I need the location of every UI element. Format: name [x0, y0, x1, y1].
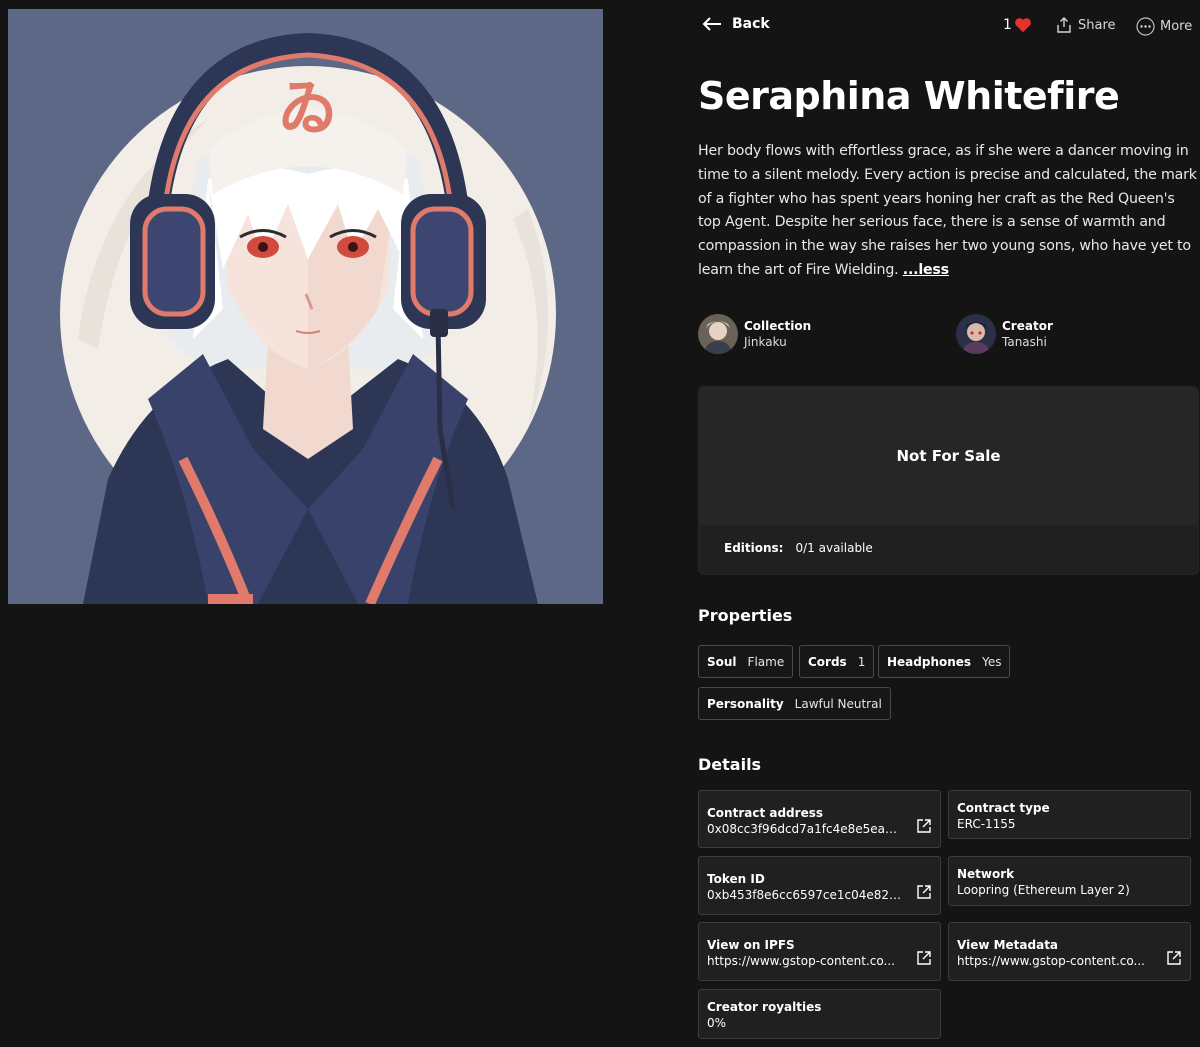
anime-character-illustration: ゐ — [8, 9, 603, 604]
collection-label: Collection — [744, 319, 812, 333]
detail-view-on-ipfs: View on IPFS https://www.gstop-content.c… — [698, 922, 941, 981]
detail-key: Contract type — [957, 801, 1050, 815]
editions-row: Editions: 0/1 available — [724, 541, 873, 555]
share-button[interactable]: Share — [1056, 17, 1116, 33]
property-value: 1 — [857, 654, 866, 669]
headband-glyph: ゐ — [278, 74, 338, 144]
sale-status: Not For Sale — [699, 387, 1198, 525]
more-dots-icon — [1136, 17, 1155, 36]
detail-key: View Metadata — [957, 938, 1059, 952]
share-icon — [1057, 17, 1071, 33]
collection-name: Jinkaku — [744, 335, 787, 349]
detail-key: Contract address — [707, 806, 823, 820]
external-link-icon[interactable] — [916, 884, 932, 900]
detail-value: 0% — [707, 1016, 727, 1030]
property-key: Personality — [707, 696, 784, 711]
sale-panel: Not For Sale Editions: 0/1 available — [698, 386, 1199, 575]
creator-avatar — [956, 314, 996, 354]
property-chip: Soul Flame — [698, 645, 794, 678]
editions-label: Editions: — [724, 541, 784, 555]
item-title: Seraphina Whitefire — [698, 74, 1120, 118]
properties-heading: Properties — [698, 606, 793, 625]
collection-avatar — [698, 314, 738, 354]
item-description: Her body flows with effortless grace, as… — [698, 140, 1198, 283]
property-chip: Headphones Yes — [878, 645, 1011, 678]
like-count: 1 — [1003, 17, 1012, 33]
property-chip: Personality Lawful Neutral — [698, 687, 891, 720]
detail-key: View on IPFS — [707, 938, 795, 952]
collection-link[interactable]: Collection Jinkaku — [698, 313, 811, 355]
creator-name: Tanashi — [1002, 335, 1047, 349]
editions-value: 0/1 available — [795, 541, 873, 555]
more-button[interactable]: More — [1136, 17, 1192, 36]
detail-key: Network — [957, 867, 1015, 881]
detail-value: https://www.gstop-content.co... — [707, 954, 895, 968]
details-heading: Details — [698, 755, 762, 774]
description-text: Her body flows with effortless grace, as… — [698, 143, 1197, 278]
detail-network: Network Loopring (Ethereum Layer 2) — [948, 856, 1191, 906]
detail-key: Token ID — [707, 872, 765, 886]
heart-icon — [1015, 18, 1031, 33]
creator-link[interactable]: Creator Tanashi — [956, 313, 1053, 355]
back-label: Back — [732, 16, 770, 32]
property-key: Soul — [707, 654, 737, 669]
detail-view-metadata: View Metadata https://www.gstop-content.… — [948, 922, 1191, 981]
property-value: Lawful Neutral — [794, 696, 882, 711]
more-label: More — [1160, 19, 1193, 34]
detail-value: 0xb453f8e6cc6597ce1c04e82d... — [707, 888, 902, 902]
creator-label: Creator — [1002, 319, 1053, 333]
back-button[interactable]: Back — [702, 16, 770, 32]
property-value: Yes — [982, 654, 1002, 669]
external-link-icon[interactable] — [916, 950, 932, 966]
detail-value: 0x08cc3f96dcd7a1fc4e8e5eac... — [707, 822, 902, 836]
detail-creator-royalties: Creator royalties 0% — [698, 989, 941, 1039]
like-button[interactable]: 1 — [1003, 17, 1032, 33]
share-label: Share — [1078, 17, 1116, 33]
property-chip: Cords 1 — [799, 645, 875, 678]
external-link-icon[interactable] — [916, 818, 932, 834]
detail-value: https://www.gstop-content.co... — [957, 954, 1145, 968]
property-key: Headphones — [887, 654, 972, 669]
external-link-icon[interactable] — [1166, 950, 1182, 966]
property-key: Cords — [808, 654, 847, 669]
detail-contract-address: Contract address 0x08cc3f96dcd7a1fc4e8e5… — [698, 790, 941, 848]
detail-value: ERC-1155 — [957, 817, 1016, 831]
detail-key: Creator royalties — [707, 1000, 822, 1014]
detail-contract-type: Contract type ERC-1155 — [948, 790, 1191, 839]
detail-value: Loopring (Ethereum Layer 2) — [957, 883, 1130, 897]
show-less-link[interactable]: ...less — [903, 262, 949, 278]
property-value: Flame — [747, 654, 785, 669]
top-action-bar: Back 1 Share More — [698, 14, 1193, 40]
nft-artwork: ゐ — [8, 9, 603, 604]
arrow-left-icon — [702, 17, 721, 31]
detail-token-id: Token ID 0xb453f8e6cc6597ce1c04e82d... — [698, 856, 941, 915]
